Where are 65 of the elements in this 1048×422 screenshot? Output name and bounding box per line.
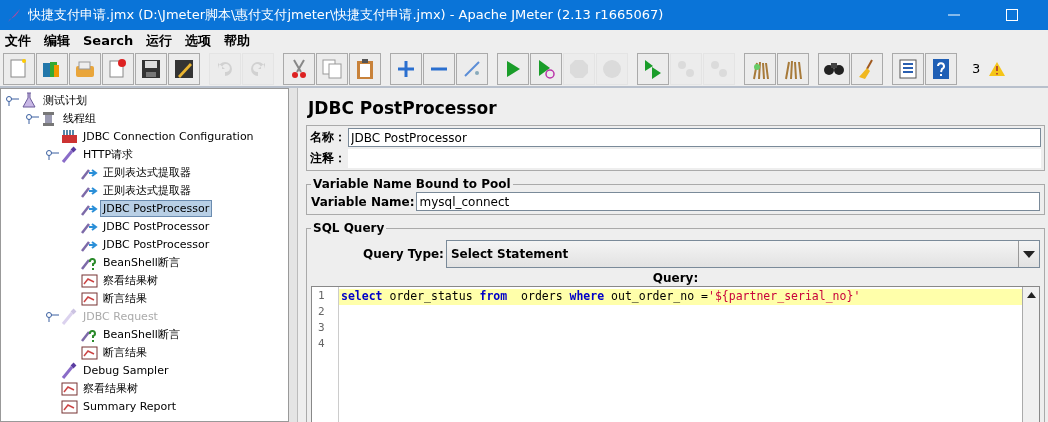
- menu-item[interactable]: 编辑: [44, 31, 70, 50]
- tree-item[interactable]: BeanShell断言: [100, 252, 183, 272]
- tree-item[interactable]: 察看结果树: [80, 378, 141, 398]
- tree-item[interactable]: 测试计划: [40, 90, 90, 110]
- pipette-icon: [61, 145, 78, 163]
- chart-window-icon: [61, 397, 78, 415]
- expand-handle-icon[interactable]: [5, 94, 19, 106]
- line-number: 2: [317, 305, 326, 320]
- group-title: SQL Query: [312, 221, 386, 235]
- tree-item[interactable]: 断言结果: [100, 288, 150, 308]
- dropdown-arrow-icon: [1023, 250, 1035, 258]
- panel-title: JDBC PostProcessor: [306, 97, 498, 120]
- toolbar-button[interactable]: [892, 52, 924, 85]
- window-title: 快捷支付申请.jmx (D:\Jmeter脚本\惠付支付jmeter\快捷支付申请.jmx) - Apache JMeter (2.13 r1665067): [28, 6, 665, 24]
- tree-item[interactable]: 线程组: [60, 108, 99, 128]
- chart-window-icon: [61, 379, 78, 397]
- maximize-icon[interactable]: [1006, 9, 1018, 21]
- flask-icon: [21, 91, 38, 109]
- variable-name-field[interactable]: mysql_connect: [416, 192, 1040, 211]
- pipette-icon: [61, 307, 78, 325]
- field-label: Query:: [651, 271, 700, 285]
- field-label: Query Type:: [363, 247, 444, 261]
- tree-item[interactable]: HTTP请求: [80, 144, 137, 164]
- list-icon: [896, 56, 920, 81]
- menu-item[interactable]: 帮助: [224, 31, 251, 50]
- scroll-up-icon[interactable]: [1026, 292, 1036, 298]
- field-label: Variable Name:: [311, 194, 415, 209]
- config-icon: [61, 127, 78, 145]
- copy-pages-icon: [320, 56, 344, 81]
- tree-item[interactable]: 察看结果树: [100, 270, 161, 290]
- toolbar-button[interactable]: [349, 52, 381, 85]
- tree-item[interactable]: Summary Report: [80, 397, 180, 415]
- toolbar-button[interactable]: [818, 52, 850, 85]
- chart-window-icon: [81, 271, 98, 289]
- name-field[interactable]: JDBC PostProcessor: [348, 128, 1041, 147]
- warning-icon[interactable]: [989, 61, 1006, 76]
- toolbar-button[interactable]: [135, 52, 167, 85]
- line-number: 4: [317, 337, 326, 352]
- tree-item[interactable]: JDBC PostProcessor: [100, 199, 213, 217]
- binoculars-icon: [824, 62, 844, 75]
- expand-handle-icon[interactable]: [45, 148, 59, 160]
- tree-item[interactable]: JDBC PostProcessor: [100, 235, 213, 253]
- menu-item[interactable]: 选项: [185, 31, 212, 50]
- menu-item[interactable]: Search: [83, 33, 134, 48]
- field-label: 注释：: [310, 150, 346, 167]
- code-line: select order_status from orders where out_order_no ='${partner_serial_no}': [341, 289, 861, 303]
- line-number: 3: [317, 321, 326, 336]
- query-editor[interactable]: 1 2 3 4 select order_status from orders where out_order_no ='${partner_serial_no}': [311, 286, 1040, 422]
- line-number: 1: [317, 289, 326, 304]
- tree-item[interactable]: Debug Sampler: [80, 361, 172, 379]
- tree-item[interactable]: JDBC PostProcessor: [100, 217, 213, 235]
- tree-item[interactable]: JDBC Connection Configuration: [80, 127, 257, 145]
- expand-handle-icon[interactable]: [25, 112, 39, 124]
- warning-count: 3: [972, 61, 981, 76]
- toolbar-button[interactable]: [168, 52, 200, 85]
- pipette-icon: [61, 361, 78, 379]
- query-type-dropdown[interactable]: Select Statement: [445, 240, 1040, 268]
- chart-window-icon: [81, 289, 98, 307]
- menu-item[interactable]: 运行: [146, 31, 173, 50]
- menu-item[interactable]: 文件: [5, 31, 31, 50]
- tree-item[interactable]: 正则表达式提取器: [100, 180, 194, 200]
- field-label: 名称：: [310, 129, 346, 146]
- group-title: Variable Name Bound to Pool: [312, 177, 512, 191]
- tree-item[interactable]: 正则表达式提取器: [100, 162, 194, 182]
- chart-window-icon: [81, 343, 98, 361]
